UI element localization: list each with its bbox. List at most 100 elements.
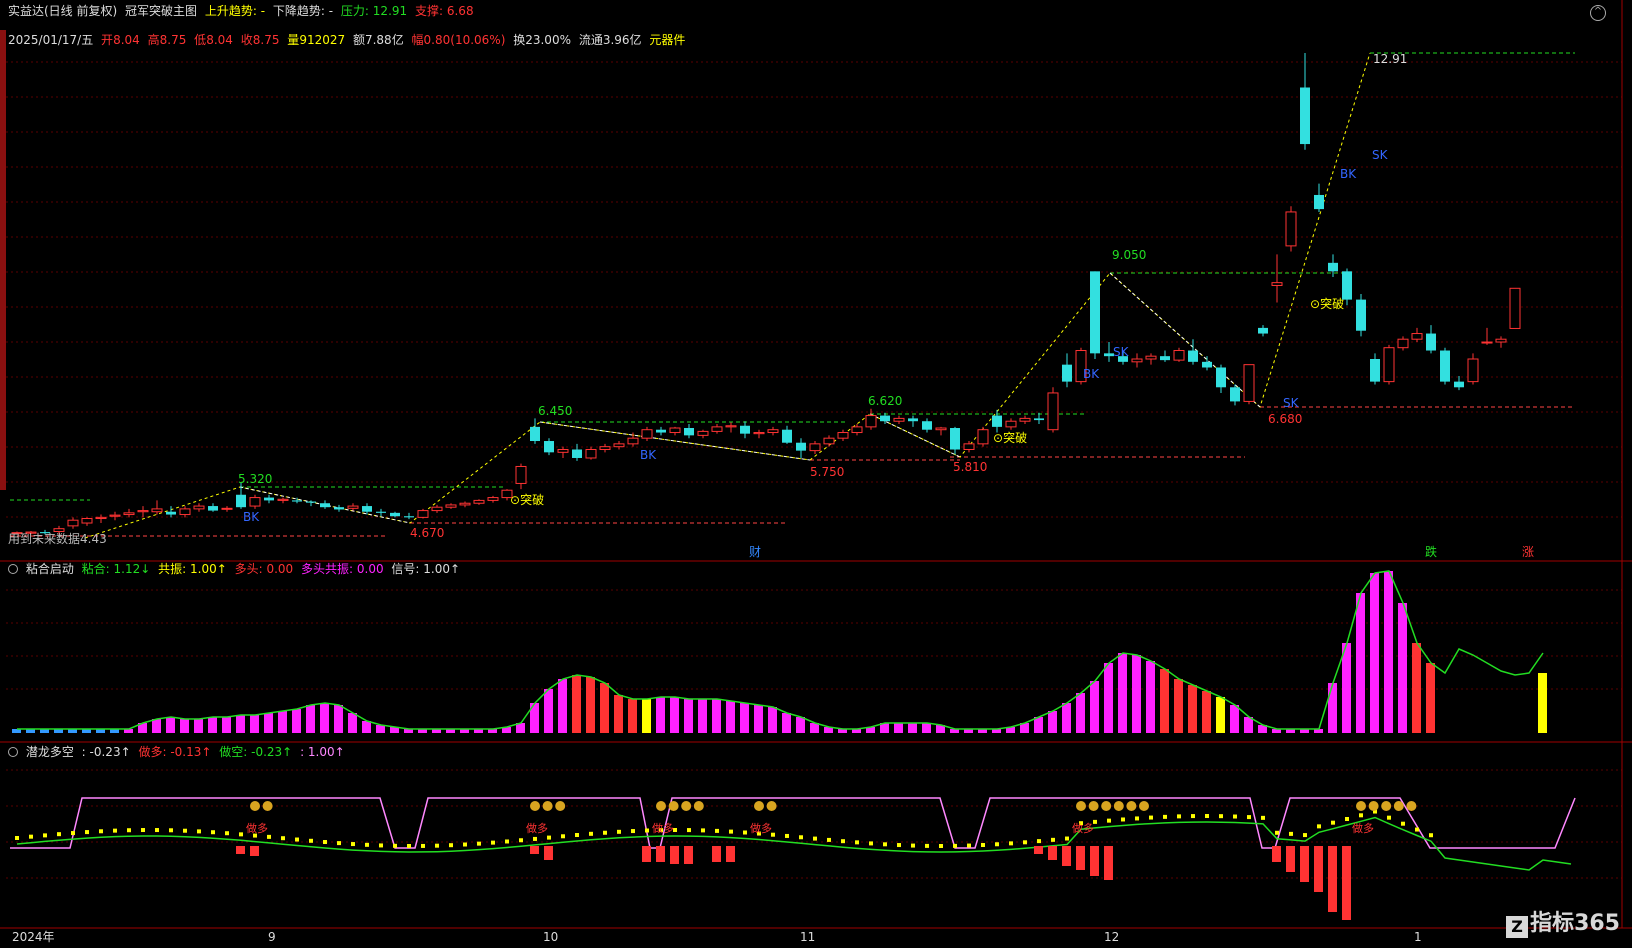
candle-body (1173, 350, 1185, 361)
dot-marker (57, 832, 61, 837)
candle (473, 499, 485, 505)
candle-body (1397, 338, 1409, 349)
indicator-name[interactable]: 冠军突破主图 (125, 4, 197, 18)
candle-body (208, 506, 218, 511)
dot-marker (463, 842, 467, 847)
negative-bar (726, 846, 735, 862)
candle (641, 426, 653, 442)
gear-icon[interactable] (8, 747, 18, 757)
candle-body (1314, 194, 1324, 210)
candle (851, 424, 863, 436)
candle-body (796, 442, 806, 451)
candle-body (1411, 333, 1423, 340)
dot-marker (1359, 813, 1363, 818)
dot-marker (617, 829, 621, 834)
panel2-header: 粘合启动 粘合: 1.12↓ 共振: 1.00↑ 多头: 0.00 多头共振: … (8, 561, 464, 577)
swing-low-label-2: 5.810 (953, 460, 988, 474)
chevron-up-icon[interactable]: ^ (1590, 5, 1606, 21)
histogram-bar (152, 719, 161, 733)
histogram-bar (1426, 663, 1435, 733)
money-bag-icon (250, 801, 260, 811)
candle-body (767, 429, 779, 434)
candle-body (544, 441, 554, 453)
panel3-zuokong: 做空: -0.23↑ (219, 745, 293, 759)
long-signal-label: 做多 (652, 821, 674, 835)
candle-body (922, 421, 932, 430)
high-label: 高 (147, 33, 160, 47)
money-bag-icon (530, 801, 540, 811)
candle (1495, 336, 1507, 348)
candle (431, 504, 443, 513)
finance-marker[interactable]: 财 (749, 545, 761, 559)
dot-marker (701, 828, 705, 833)
money-bag-icon: ⊙ (510, 493, 521, 507)
candle (1005, 418, 1017, 430)
axis-label-jan: 1 (1414, 930, 1422, 944)
candle-body (166, 511, 176, 515)
dot-marker (29, 834, 33, 839)
long-signal-label: 做多 (1352, 821, 1374, 835)
long-signal-label: 做多 (1072, 821, 1094, 835)
support-label: 支撑: (414, 4, 444, 18)
histogram-bar (684, 699, 693, 733)
dot-marker (1107, 818, 1111, 823)
money-bag-icon (656, 801, 666, 811)
rise-marker[interactable]: 涨 (1522, 545, 1534, 559)
fall-marker[interactable]: 跌 (1425, 545, 1437, 559)
dot-marker (589, 831, 593, 836)
negative-bar (1062, 846, 1071, 866)
dot-marker (449, 843, 453, 848)
sector-value[interactable]: 元器件 (649, 33, 685, 47)
money-bag-icon (681, 801, 692, 811)
candle-body (1047, 392, 1059, 431)
candle (684, 424, 694, 439)
candle-body (585, 449, 597, 459)
dot-marker (855, 840, 859, 845)
candle (1230, 384, 1240, 406)
candle-body (249, 497, 261, 507)
candle (740, 421, 750, 439)
amount-value: 7.88亿 (364, 33, 404, 47)
peak-price-label: 12.91 (1373, 52, 1408, 66)
candle (1426, 325, 1436, 354)
histogram-bar (1328, 683, 1337, 733)
candle-body (1300, 87, 1310, 145)
histogram-bar (1188, 685, 1197, 733)
candle-body (1019, 417, 1031, 422)
dot-marker (1051, 837, 1055, 842)
panel2-duotou-gongzhen: 多头共振: 0.00 (301, 562, 384, 576)
candle (137, 506, 149, 518)
dot-marker (631, 829, 635, 834)
candle-body (1271, 282, 1283, 286)
candle (123, 508, 135, 518)
dot-marker (1163, 814, 1167, 819)
candle-body (613, 443, 625, 448)
candle-body (1440, 350, 1450, 382)
histogram-bar (180, 719, 189, 733)
histogram-bar (1090, 681, 1099, 733)
histogram-bar (1048, 711, 1057, 733)
candle (599, 443, 611, 453)
candle (1062, 353, 1072, 388)
candle (445, 503, 457, 509)
stock-title[interactable]: 实益达(日线 前复权) (8, 4, 117, 18)
candle-body (277, 498, 289, 501)
dot-marker (1135, 816, 1139, 821)
candle (1090, 271, 1100, 360)
candle (725, 422, 737, 433)
long-signal-label: 做多 (246, 821, 268, 835)
axis-label-year: 2024年 (12, 930, 55, 944)
panel3-name[interactable]: 潜龙多空 (26, 745, 74, 759)
panel2-name[interactable]: 粘合启动 (26, 562, 74, 576)
candle-body (404, 516, 414, 518)
left-sidebar-tab[interactable] (0, 30, 6, 490)
histogram-bar (1538, 673, 1547, 733)
dot-marker (295, 837, 299, 842)
gear-icon[interactable] (8, 564, 18, 574)
histogram-bar (334, 705, 343, 733)
level-lines (10, 52, 1575, 537)
candle (1216, 364, 1226, 393)
negative-bar (1300, 846, 1309, 882)
histogram-bar (1384, 571, 1393, 733)
candle (459, 501, 471, 508)
